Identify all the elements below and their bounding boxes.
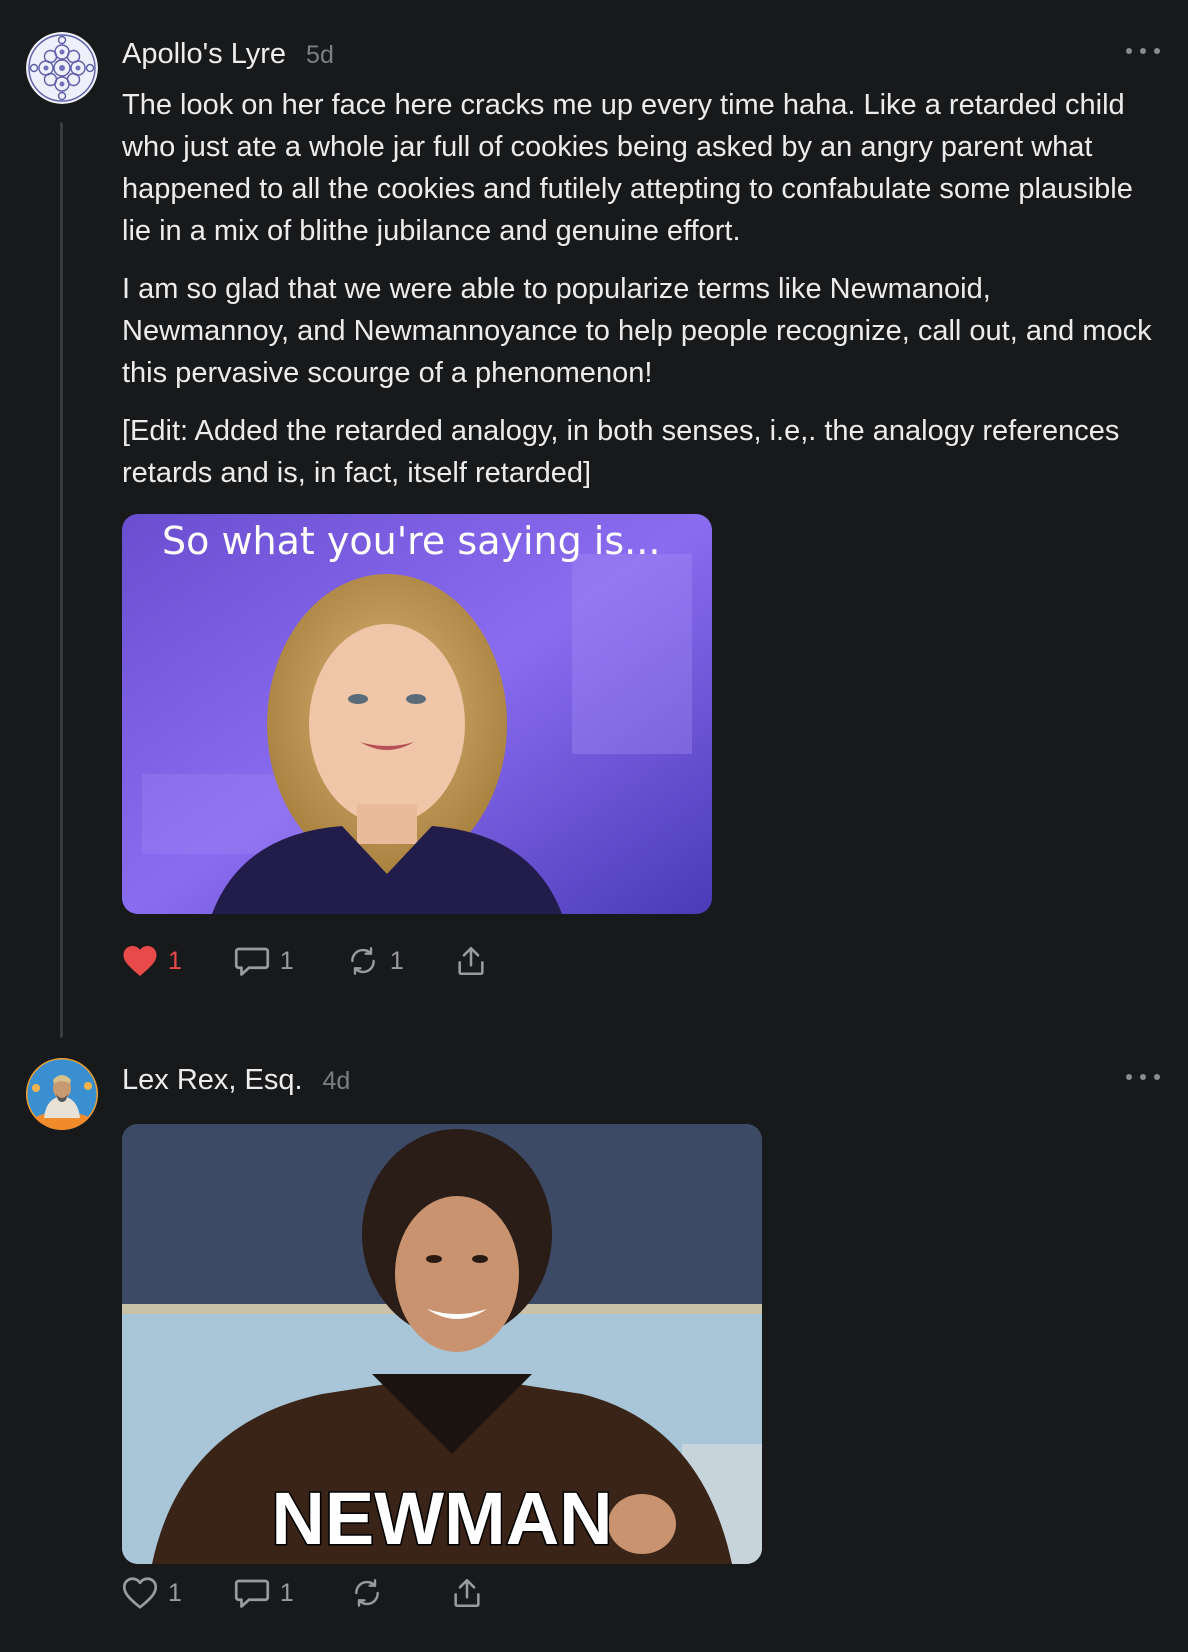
comment-image[interactable]: So what you're saying is... xyxy=(122,514,712,914)
user-avatar[interactable] xyxy=(26,1058,98,1130)
thread-line xyxy=(60,122,63,1038)
heart-outline-icon xyxy=(122,1577,158,1609)
timestamp[interactable]: 4d xyxy=(323,1067,351,1096)
reply-count: 1 xyxy=(279,1578,294,1607)
reply-count: 1 xyxy=(279,946,294,975)
comment-image[interactable]: NEWMAN xyxy=(122,1124,762,1564)
timestamp[interactable]: 5d xyxy=(306,41,334,70)
restack-icon xyxy=(354,1579,379,1607)
comment-bubble-icon xyxy=(234,947,270,976)
share-icon xyxy=(458,946,484,976)
restack-button[interactable]: 1 xyxy=(346,945,404,977)
share-icon xyxy=(454,1578,480,1608)
more-options-icon[interactable] xyxy=(1126,1070,1160,1084)
comment-paragraph: I am so glad that we were able to popula… xyxy=(122,273,1152,389)
heart-filled-icon xyxy=(123,946,157,976)
like-button[interactable]: 1 xyxy=(122,1576,182,1610)
restack-icon xyxy=(350,947,375,975)
comment-bubble-icon xyxy=(234,1579,270,1608)
share-button[interactable] xyxy=(454,944,488,978)
share-button[interactable] xyxy=(450,1576,484,1610)
image-caption: NEWMAN xyxy=(271,1477,612,1560)
comment-actions: 1 1 xyxy=(122,1576,484,1610)
comment-header: Apollo's Lyre 5d xyxy=(122,38,334,71)
reply-button[interactable]: 1 xyxy=(234,1576,294,1610)
author-name[interactable]: Apollo's Lyre xyxy=(122,38,286,71)
image-caption: So what you're saying is... xyxy=(162,519,660,563)
restack-button[interactable] xyxy=(350,1577,394,1609)
comment-header: Lex Rex, Esq. 4d xyxy=(122,1064,350,1097)
comment-paragraph: The look on her face here cracks me up e… xyxy=(122,89,1133,247)
comment-actions: 1 1 1 xyxy=(122,944,488,978)
comment-paragraph: [Edit: Added the retarded analogy, in bo… xyxy=(122,415,1120,489)
author-name[interactable]: Lex Rex, Esq. xyxy=(122,1064,303,1097)
restack-count: 1 xyxy=(389,946,404,975)
more-options-icon[interactable] xyxy=(1126,44,1160,58)
like-count: 1 xyxy=(168,946,182,975)
user-avatar[interactable] xyxy=(26,32,98,104)
comment-body: The look on her face here cracks me up e… xyxy=(122,84,1162,510)
like-count: 1 xyxy=(168,1578,182,1607)
reply-button[interactable]: 1 xyxy=(234,944,294,978)
like-button[interactable]: 1 xyxy=(122,944,182,978)
